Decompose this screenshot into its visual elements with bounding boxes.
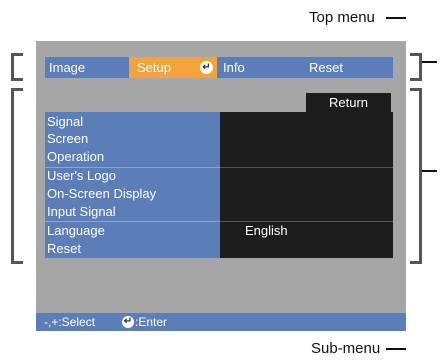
tab-setup[interactable]: Setup ↵ xyxy=(129,57,217,78)
menu-item-users-logo[interactable]: User's Logo xyxy=(47,167,116,185)
tab-setup-label: Setup xyxy=(137,60,171,75)
menu-screen: Image Setup ↵ Info Reset Return Signal S… xyxy=(36,41,406,331)
return-button[interactable]: Return xyxy=(306,93,391,112)
sub-menu-leader-line xyxy=(386,348,406,350)
enter-icon: ↵ xyxy=(200,61,213,74)
top-menu-bar: Image Setup ↵ Info Reset xyxy=(45,57,393,78)
language-value: English xyxy=(245,223,288,238)
bottom-hint-bar: -,+:Select ↵ :Enter xyxy=(36,313,406,331)
select-hint: -,+:Select xyxy=(44,315,96,329)
tab-reset[interactable]: Reset xyxy=(309,57,379,78)
tab-info[interactable]: Info xyxy=(223,57,293,78)
top-menu-bracket-left xyxy=(11,53,23,81)
sub-menu-bracket-left xyxy=(11,88,23,264)
enter-hint: :Enter xyxy=(135,315,168,329)
top-menu-pointer-line xyxy=(422,61,437,63)
tab-image[interactable]: Image xyxy=(49,57,129,78)
top-menu-callout: Top menu xyxy=(309,9,375,26)
sub-menu-pointer-line xyxy=(422,170,437,172)
top-menu-leader-line xyxy=(386,17,406,19)
sub-menu-list: Signal Screen Operation User's Logo On-S… xyxy=(45,112,220,258)
sub-menu-callout: Sub-menu xyxy=(311,340,381,357)
sub-menu-bracket-right xyxy=(410,88,422,264)
menu-item-screen[interactable]: Screen xyxy=(47,130,88,148)
top-menu-bracket-right xyxy=(410,53,422,81)
menu-item-on-screen-display[interactable]: On-Screen Display xyxy=(47,185,156,203)
sub-menu-values: English xyxy=(220,112,393,258)
menu-item-signal[interactable]: Signal xyxy=(47,113,83,131)
enter-icon: ↵ xyxy=(122,316,134,328)
menu-item-input-signal[interactable]: Input Signal xyxy=(47,203,116,221)
menu-item-language[interactable]: Language xyxy=(47,222,105,240)
value-separator xyxy=(220,167,393,168)
menu-item-reset[interactable]: Reset xyxy=(47,240,81,258)
menu-item-operation[interactable]: Operation xyxy=(47,148,104,166)
